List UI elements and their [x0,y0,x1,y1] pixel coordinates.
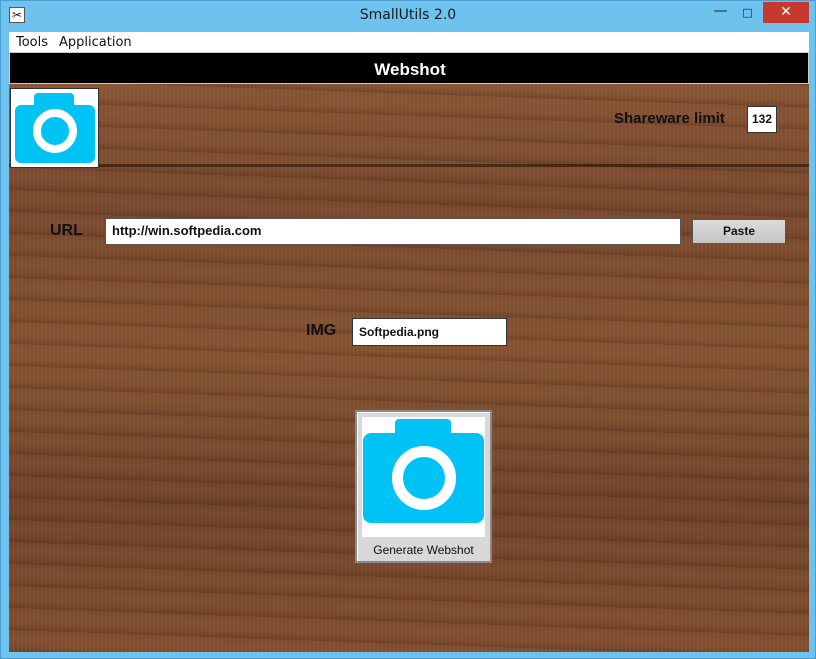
title-bar[interactable]: ✂ SmallUtils 2.0 — □ ✕ [1,1,815,32]
img-label: IMG [306,322,337,339]
minimize-button[interactable]: — [707,2,734,23]
page-title: Webshot [374,60,446,79]
generate-webshot-label: Generate Webshot [373,543,474,557]
shareware-limit-count: 132 [747,106,777,133]
menu-tools[interactable]: Tools [16,35,48,50]
main-panel: Webshot Shareware limit 132 URL http://w… [9,52,809,652]
menu-application[interactable]: Application [59,35,132,50]
paste-button[interactable]: Paste [692,219,786,244]
camera-icon [362,417,485,537]
app-window: ✂ SmallUtils 2.0 — □ ✕ Tools Application… [0,0,816,659]
window-title: SmallUtils 2.0 [359,7,457,23]
menu-bar: Tools Application [9,32,809,52]
generate-webshot-button[interactable]: Generate Webshot [355,410,492,563]
maximize-button[interactable]: □ [734,2,761,23]
logo [10,88,99,168]
wood-divider [9,164,809,167]
header-bar: Webshot [9,52,809,84]
shareware-limit-label: Shareware limit [614,110,725,127]
img-filename-input[interactable]: Softpedia.png [352,318,507,346]
url-label: URL [50,222,83,239]
url-input[interactable]: http://win.softpedia.com [105,218,681,245]
close-button[interactable]: ✕ [763,2,809,23]
